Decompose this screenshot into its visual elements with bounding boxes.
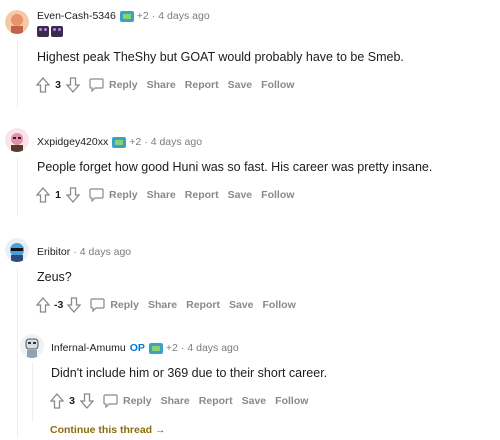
follow-button[interactable]: Follow — [275, 395, 308, 407]
comment-text: Didn't include him or 369 due to their s… — [51, 366, 328, 380]
save-button[interactable]: Save — [228, 189, 253, 201]
flair-count: +2 — [136, 10, 149, 22]
flair-count: +2 — [165, 342, 178, 354]
author-name[interactable]: Eribitor — [37, 246, 70, 258]
share-button[interactable]: Share — [147, 79, 176, 91]
avatar[interactable] — [5, 128, 29, 152]
timestamp[interactable]: 4 days ago — [187, 342, 238, 354]
user-badges — [37, 26, 63, 37]
continue-thread-link[interactable]: Continue this thread → — [50, 424, 166, 436]
share-button[interactable]: Share — [148, 299, 177, 311]
report-button[interactable]: Report — [185, 79, 219, 91]
avatar[interactable] — [20, 334, 44, 358]
follow-button[interactable]: Follow — [263, 299, 296, 311]
separator: · — [151, 10, 156, 22]
upvote-icon[interactable] — [36, 77, 50, 93]
reply-icon — [103, 394, 118, 408]
save-button[interactable]: Save — [229, 299, 254, 311]
avatar[interactable] — [5, 238, 29, 262]
report-button[interactable]: Report — [199, 395, 233, 407]
comment-actions: 1 Reply Share Report Save Follow — [36, 187, 294, 203]
upvote-icon[interactable] — [36, 297, 50, 313]
thread-line — [17, 158, 18, 216]
reply-label: Reply — [110, 299, 139, 311]
comment-header: Eribitor · 4 days ago — [37, 246, 131, 258]
badge-icon — [37, 26, 49, 37]
reply-label: Reply — [109, 189, 138, 201]
comment-text: People forget how good Huni was so fast.… — [37, 160, 433, 174]
reply-label: Reply — [109, 79, 138, 91]
save-button[interactable]: Save — [228, 79, 253, 91]
comment-actions: 3 Reply Share Report Save Follow — [36, 77, 294, 93]
reply-button[interactable]: Reply — [90, 298, 139, 312]
thread-line — [17, 40, 18, 108]
downvote-icon[interactable] — [66, 77, 80, 93]
op-badge: OP — [129, 342, 145, 354]
share-button[interactable]: Share — [147, 189, 176, 201]
reply-button[interactable]: Reply — [103, 394, 152, 408]
separator: · — [73, 246, 77, 258]
thread-line — [17, 268, 18, 438]
reply-button[interactable]: Reply — [89, 188, 138, 202]
vote-count: 3 — [69, 395, 75, 407]
separator: · — [144, 136, 148, 148]
reply-label: Reply — [123, 395, 152, 407]
flair-count: +2 — [129, 136, 142, 148]
downvote-icon[interactable] — [67, 297, 82, 313]
downvote-icon[interactable] — [80, 393, 94, 409]
reply-icon — [89, 78, 104, 92]
flair-icon — [148, 342, 163, 354]
share-button[interactable]: Share — [161, 395, 190, 407]
downvote-icon[interactable] — [66, 187, 80, 203]
report-button[interactable]: Report — [185, 189, 219, 201]
vote-count: 1 — [55, 189, 61, 201]
follow-button[interactable]: Follow — [261, 189, 294, 201]
vote-count: -3 — [54, 299, 64, 311]
timestamp[interactable]: 4 days ago — [158, 10, 209, 22]
comment-text: Zeus? — [37, 270, 72, 284]
avatar[interactable] — [5, 10, 29, 34]
follow-button[interactable]: Follow — [261, 79, 294, 91]
author-name[interactable]: Infernal-Amumu — [51, 342, 126, 354]
badge-icon — [51, 26, 63, 37]
reply-icon — [90, 298, 105, 312]
save-button[interactable]: Save — [242, 395, 267, 407]
reply-icon — [89, 188, 104, 202]
comment-header: Xxpidgey420xx +2 · 4 days ago — [37, 136, 202, 148]
comment-text: Highest peak TheShy but GOAT would proba… — [37, 50, 404, 64]
timestamp[interactable]: 4 days ago — [151, 136, 202, 148]
author-name[interactable]: Even-Cash-5346 — [37, 10, 116, 22]
flair-icon — [112, 136, 127, 148]
upvote-icon[interactable] — [36, 187, 50, 203]
report-button[interactable]: Report — [186, 299, 220, 311]
vote-count: 3 — [55, 79, 61, 91]
timestamp[interactable]: 4 days ago — [80, 246, 131, 258]
comment-actions: 3 Reply Share Report Save Follow — [50, 393, 308, 409]
reply-button[interactable]: Reply — [89, 78, 138, 92]
comment-actions: -3 Reply Share Report Save Follow — [36, 297, 296, 313]
comment-header: Even-Cash-5346 +2 · 4 days ago — [37, 10, 210, 22]
flair-icon — [119, 10, 134, 22]
upvote-icon[interactable] — [50, 393, 64, 409]
separator: · — [180, 342, 185, 354]
comment-header: Infernal-Amumu OP +2 · 4 days ago — [51, 342, 239, 354]
author-name[interactable]: Xxpidgey420xx — [37, 136, 108, 148]
thread-line — [32, 362, 33, 422]
